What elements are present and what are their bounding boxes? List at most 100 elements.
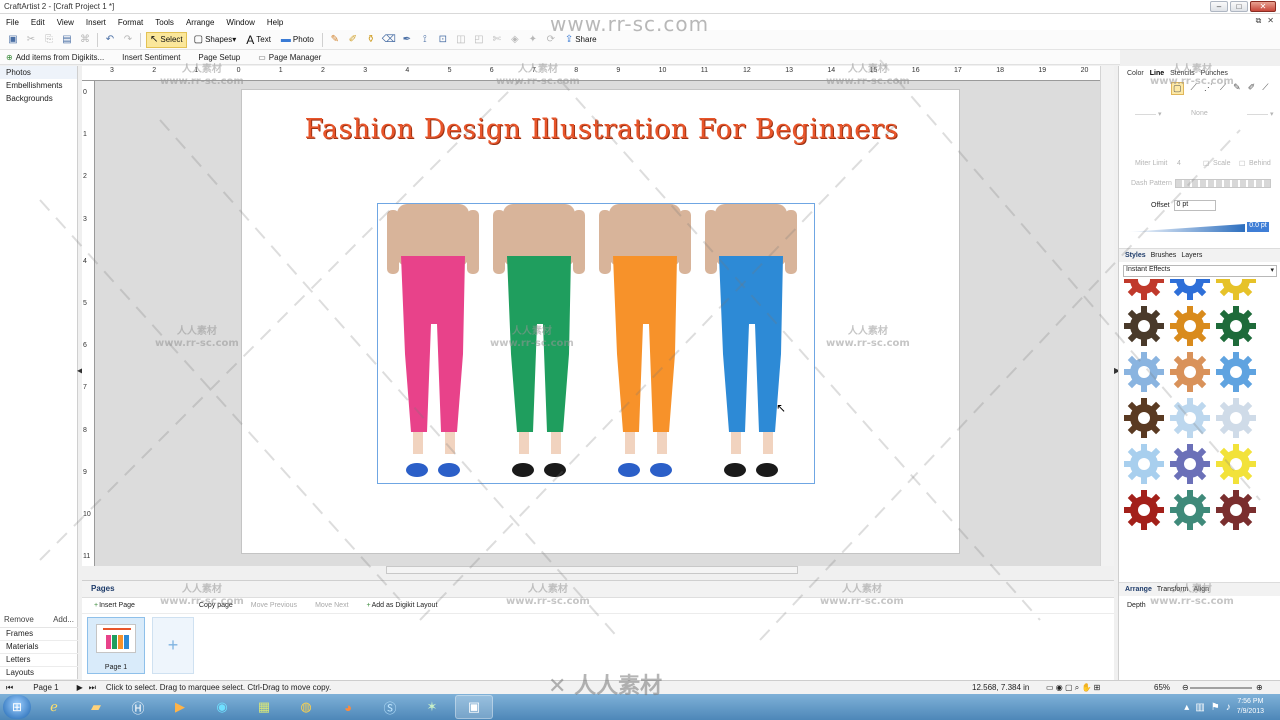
insert-page-button[interactable]: +Insert Page [94,602,135,609]
fill-icon[interactable]: ⚱ [364,33,378,47]
style-swatch[interactable] [1169,489,1211,531]
transparency-icon[interactable]: ◫ [454,33,468,47]
ie-icon[interactable]: ℯ [35,695,73,719]
zoom-in-icon[interactable]: ⊕ [1256,683,1263,692]
photo-tool-button[interactable]: ▬ Photo [278,32,317,48]
styles-category-select[interactable]: Instant Effects [1123,265,1277,277]
page-title-text[interactable]: Fashion Design Illustration For Beginner… [242,114,961,145]
eraser-icon[interactable]: ⌫ [382,33,396,47]
style-swatch[interactable] [1215,443,1257,485]
add-button[interactable]: Add... [53,615,74,624]
style-swatch[interactable] [1215,397,1257,439]
vertical-scrollbar[interactable] [1100,66,1114,566]
style-swatch[interactable] [1169,305,1211,347]
last-page-icon[interactable]: ⏭ [89,683,96,693]
pen-line-icon[interactable]: ⟋ [1191,82,1197,95]
next-page-icon[interactable]: ▶ [77,683,83,692]
view-mode-icons[interactable]: ▭ ◉ ▢ ⌕ ✋ ⊞ [1046,683,1100,693]
effects-icon[interactable]: ✦ [526,33,540,47]
tab-letters[interactable]: Letters [0,654,78,667]
menu-window[interactable]: Window [226,18,254,27]
add-page-thumbnail[interactable]: + [152,617,194,674]
menu-help[interactable]: Help [267,18,283,27]
line-width-dropdown[interactable]: ——— ▾ [1135,110,1161,118]
tab-layers[interactable]: Layers [1181,252,1202,259]
zoom-level[interactable]: 65% [1154,683,1170,692]
style-swatch[interactable] [1123,443,1165,485]
network-icon[interactable]: ▥ [1195,702,1204,713]
zoom-slider[interactable] [1190,687,1252,689]
minimize-icon[interactable]: – [1210,1,1228,12]
paste-icon[interactable]: ▤ [60,33,74,47]
chrome-icon[interactable]: ◍ [287,695,325,719]
tab-backgrounds[interactable]: Backgrounds [0,92,77,105]
page-manager-button[interactable]: ▭ Page Manager [258,53,321,62]
miter-limit-value[interactable]: 4 [1177,160,1181,167]
save-icon[interactable]: ▣ [6,33,20,47]
style-swatch[interactable] [1215,305,1257,347]
notes-icon[interactable]: ▦ [245,695,283,719]
copy-icon[interactable]: ⎘ [42,33,56,47]
add-layout-button[interactable]: +Add as Digikit Layout [367,602,438,609]
style-swatch[interactable] [1123,397,1165,439]
warp-icon[interactable]: ◰ [472,33,486,47]
marker-icon[interactable]: ⟋ [1262,82,1268,95]
tab-stencils[interactable]: Stencils [1170,70,1195,77]
hp-icon[interactable]: Ⓗ [119,695,157,719]
tab-punches[interactable]: Punches [1201,70,1228,77]
doc-restore-icon[interactable]: ⧉ [1256,16,1262,26]
page-indicator[interactable]: Page 1 [33,683,58,692]
tab-frames[interactable]: Frames [0,628,78,641]
remove-button[interactable]: Remove [4,615,34,624]
explorer-icon[interactable]: ▰ [77,695,115,719]
crop-icon[interactable]: ⊡ [436,33,450,47]
flag-icon[interactable]: ⚑ [1211,702,1220,713]
menu-format[interactable]: Format [118,18,143,27]
line-width-slider[interactable]: 0.0 pt [1127,222,1273,232]
zoom-out-icon[interactable]: ⊖ [1182,683,1189,692]
tab-styles[interactable]: Styles [1125,252,1146,259]
move-previous-button[interactable]: Move Previous [251,602,297,609]
cut-icon[interactable]: ✂ [24,33,38,47]
skype-icon[interactable]: Ⓢ [371,695,409,719]
rotate-icon[interactable]: ⟳ [544,33,558,47]
line-end-dropdown[interactable]: ——— ▾ [1247,110,1273,118]
style-swatch[interactable] [1123,351,1165,393]
shapes-tool-button[interactable]: ▢ Shapes ▾ [191,32,240,48]
menu-edit[interactable]: Edit [31,18,45,27]
page-setup-button[interactable]: Page Setup [198,53,240,62]
redo-icon[interactable]: ↷ [121,33,135,47]
tray-arrow-icon[interactable]: ▴ [1184,702,1189,713]
close-icon[interactable]: ✕ [1250,1,1276,12]
dotted-line-icon[interactable]: ⋰ [1204,82,1213,95]
style-swatch[interactable] [1169,279,1211,301]
insert-sentiment-button[interactable]: Insert Sentiment [122,53,180,62]
behind-checkbox[interactable]: ☐ [1239,160,1245,168]
menu-arrange[interactable]: Arrange [186,18,214,27]
craftartist-icon[interactable]: ✶ [413,695,451,719]
doc-close-icon[interactable]: ✕ [1267,16,1274,26]
media-player-icon[interactable]: ▶ [161,695,199,719]
node-icon[interactable]: ⟟ [418,33,432,47]
style-swatch[interactable] [1169,443,1211,485]
maximize-icon[interactable]: □ [1230,1,1248,12]
page-thumbnail[interactable]: Page 1 [87,617,145,674]
undo-icon[interactable]: ↶ [103,33,117,47]
pen-icon[interactable]: ✒ [400,33,414,47]
style-swatch[interactable] [1169,351,1211,393]
style-swatch[interactable] [1215,351,1257,393]
style-swatch[interactable] [1169,397,1211,439]
menu-tools[interactable]: Tools [155,18,174,27]
brush-icon[interactable]: ✎ [328,33,342,47]
tab-photos[interactable]: Photos [0,66,77,79]
menu-insert[interactable]: Insert [86,18,106,27]
move-next-button[interactable]: Move Next [315,602,348,609]
firefox-icon[interactable]: ◕ [329,695,367,719]
calligraphy-icon[interactable]: ✐ [1248,82,1256,95]
volume-icon[interactable]: ♪ [1226,702,1231,713]
tab-materials[interactable]: Materials [0,641,78,654]
start-button[interactable]: ⊞ [3,695,31,719]
copy-page-button[interactable]: Copy page [199,602,233,609]
style-swatch[interactable] [1215,489,1257,531]
style-swatch[interactable] [1123,279,1165,301]
